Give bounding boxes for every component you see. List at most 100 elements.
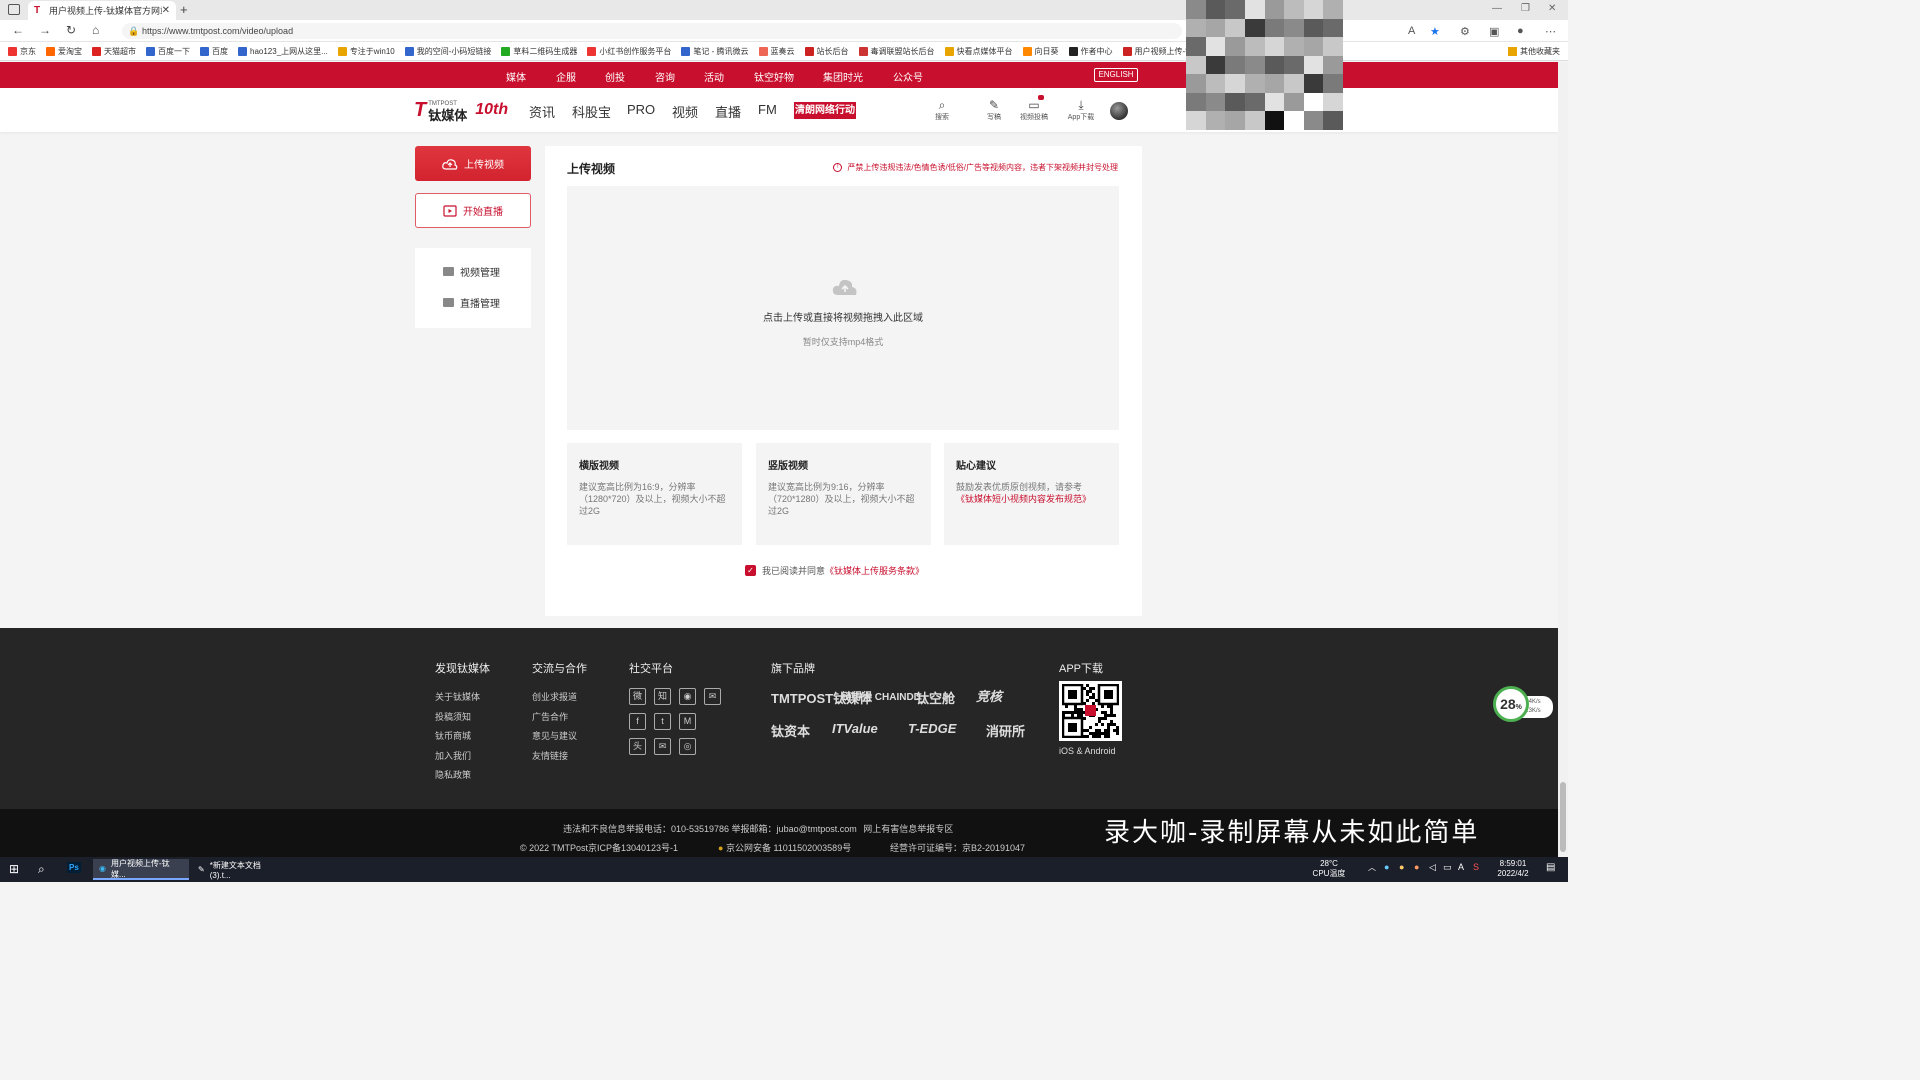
promo-banner[interactable]: 清朗网络行动 xyxy=(794,102,856,119)
brand-logo[interactable]: 消研所 xyxy=(986,721,1025,740)
bookmark-item[interactable]: 草料二维码生成器 xyxy=(501,46,577,57)
notifications-icon[interactable]: ▤ xyxy=(1546,862,1555,873)
photoshop-icon[interactable]: Ps xyxy=(67,862,81,873)
scrollbar-thumb[interactable] xyxy=(1560,782,1566,852)
footer-link[interactable]: 钛币商城 xyxy=(435,729,471,742)
taskbar-search-icon[interactable]: ⌕ xyxy=(38,862,45,877)
main-nav-item[interactable]: PRO xyxy=(627,102,655,117)
rss-icon[interactable]: ◉ xyxy=(679,688,696,705)
taskbar-notepad-app[interactable]: ✎ *新建文本文档 (3).t... xyxy=(192,859,288,880)
tray-chevron-icon[interactable]: ︿ xyxy=(1368,862,1376,873)
bookmark-item[interactable]: 百度一下 xyxy=(146,46,190,57)
browser-tab[interactable]: T 用户视频上传-钛媒体官方网站 ✕ xyxy=(28,1,176,20)
footer-link[interactable]: 关于钛媒体 xyxy=(435,690,480,703)
top-nav-item[interactable]: 集团时光 xyxy=(823,69,863,84)
bookmark-item[interactable]: 向日葵 xyxy=(1022,46,1059,57)
write-tool[interactable]: ✎ 写稿 xyxy=(974,98,1014,122)
profile-icon[interactable]: ● xyxy=(1517,25,1524,37)
upload-video-button[interactable]: 上传视频 xyxy=(415,146,531,181)
top-nav-item[interactable]: 创投 xyxy=(605,69,625,84)
top-nav-item[interactable]: 活动 xyxy=(704,69,724,84)
english-button[interactable]: ENGLISH xyxy=(1094,68,1138,82)
wechat-icon[interactable]: ◎ xyxy=(679,738,696,755)
weibo-icon[interactable]: 微 xyxy=(629,688,646,705)
top-nav-item[interactable]: 咨询 xyxy=(655,69,675,84)
page-scrollbar[interactable] xyxy=(1558,62,1568,857)
brand-logo[interactable]: 竞核 xyxy=(976,686,1002,705)
read-aloud-icon[interactable]: A xyxy=(1408,25,1415,37)
clock[interactable]: 8:59:01 2022/4/2 xyxy=(1490,859,1536,879)
sidebar-item-video-manage[interactable]: 视频管理 xyxy=(443,264,500,279)
footer-link[interactable]: 加入我们 xyxy=(435,749,471,762)
extensions-icon[interactable]: ⚙ xyxy=(1460,25,1470,38)
terms-link[interactable]: 《钛媒体上传服务条款》 xyxy=(825,564,924,577)
close-window-icon[interactable]: ✕ xyxy=(1548,3,1556,14)
main-nav-item[interactable]: FM xyxy=(758,102,777,117)
top-nav-item[interactable]: 企服 xyxy=(556,69,576,84)
toutiao-icon[interactable]: 头 xyxy=(629,738,646,755)
refresh-icon[interactable]: ↻ xyxy=(66,23,76,37)
bookmark-item[interactable]: 我的空间-小码短链接 xyxy=(404,46,491,57)
brand-logo[interactable]: 钛资本 xyxy=(771,721,810,740)
top-nav-item[interactable]: 钛空好物 xyxy=(754,69,794,84)
bookmark-item[interactable]: 百度 xyxy=(200,46,228,57)
police-record[interactable]: 京公网安备 11011502003589号 xyxy=(726,843,851,853)
network-icon[interactable]: ▭ xyxy=(1443,862,1452,873)
zhihu-icon[interactable]: 知 xyxy=(654,688,671,705)
maximize-icon[interactable]: ❐ xyxy=(1521,3,1530,14)
main-nav-item[interactable]: 科股宝 xyxy=(572,102,611,121)
start-live-button[interactable]: 开始直播 xyxy=(415,193,531,228)
bookmark-item[interactable]: 小红书创作服务平台 xyxy=(587,46,671,57)
windows-start-icon[interactable]: ⊞ xyxy=(9,862,19,876)
collections-icon[interactable]: ▣ xyxy=(1489,25,1499,38)
sidebar-item-live-manage[interactable]: 直播管理 xyxy=(443,295,500,310)
content-rules-link[interactable]: 《钛媒体短小视频内容发布规范》 xyxy=(956,494,1091,504)
bookmark-item[interactable]: 笔记 - 腾讯微云 xyxy=(681,46,749,57)
bookmark-item[interactable]: hao123_上网从这里... xyxy=(238,46,328,57)
more-menu-icon[interactable]: ⋯ xyxy=(1545,25,1556,38)
main-nav-item[interactable]: 资讯 xyxy=(529,102,555,121)
medium-icon[interactable]: M xyxy=(679,713,696,730)
user-avatar[interactable] xyxy=(1110,102,1128,120)
footer-link[interactable]: 投稿须知 xyxy=(435,710,471,723)
footer-link[interactable]: 意见与建议 xyxy=(532,729,577,742)
tab-actions-icon[interactable] xyxy=(8,4,20,15)
bookmark-item[interactable]: 毒调联盟站长后台 xyxy=(858,46,935,57)
tray-app-icon[interactable]: ● xyxy=(1384,862,1389,872)
bookmark-item[interactable]: 快看点媒体平台 xyxy=(944,46,1013,57)
top-nav-item[interactable]: 公众号 xyxy=(893,69,923,84)
tray-app-icon[interactable]: ● xyxy=(1399,862,1404,872)
footer-link[interactable]: 友情链接 xyxy=(532,749,568,762)
bookmark-item[interactable]: 专注于win10 xyxy=(337,46,395,57)
home-icon[interactable]: ⌂ xyxy=(92,23,99,37)
video-submit-tool[interactable]: ▭ 视频投稿 xyxy=(1014,95,1054,122)
main-nav-item[interactable]: 视频 xyxy=(672,102,698,121)
bookmark-item[interactable]: 天猫超市 xyxy=(92,46,136,57)
other-bookmarks[interactable]: 其他收藏夹 xyxy=(1508,46,1560,57)
forward-icon[interactable]: → xyxy=(39,23,51,37)
search-tool[interactable]: ⌕ 搜索 xyxy=(922,98,962,122)
back-icon[interactable]: ← xyxy=(12,23,24,37)
bookmark-item[interactable]: 站长后台 xyxy=(804,46,849,57)
report-zone-link[interactable]: 网上有害信息举报专区 xyxy=(863,824,953,834)
favorite-star-icon[interactable]: ★ xyxy=(1430,25,1440,38)
url-field[interactable]: 🔒 https://www.tmtpost.com/video/upload xyxy=(122,23,1182,39)
top-nav-item[interactable]: 媒体 xyxy=(506,69,526,84)
sogou-icon[interactable]: S xyxy=(1473,862,1479,872)
brand-logo[interactable]: 钛空舱 xyxy=(916,688,955,707)
footer-link[interactable]: 隐私政策 xyxy=(435,768,471,781)
minimize-icon[interactable]: — xyxy=(1492,3,1502,14)
footer-link[interactable]: 广告合作 xyxy=(532,710,568,723)
footer-link[interactable]: 创业求报道 xyxy=(532,690,577,703)
taskbar-browser-app[interactable]: ◉ 用户视频上传-钛媒... xyxy=(93,859,189,880)
agree-checkbox[interactable]: ✓ xyxy=(745,565,756,576)
new-tab-icon[interactable]: + xyxy=(180,2,188,17)
tmtpost-logo[interactable]: T TMTPOST 钛媒体 10th xyxy=(414,98,508,123)
video-dropzone[interactable]: 点击上传或直接将视频拖拽入此区域 暂时仅支持mp4格式 xyxy=(567,186,1119,430)
brand-logo[interactable]: T-EDGE xyxy=(908,721,956,736)
tray-app-icon[interactable]: ● xyxy=(1414,862,1419,872)
icp-record[interactable]: © 2022 TMTPost京ICP备13040123号-1 xyxy=(520,841,678,854)
bookmark-item[interactable]: 作者中心 xyxy=(1068,46,1113,57)
facebook-icon[interactable]: f xyxy=(629,713,646,730)
input-method-icon[interactable]: A xyxy=(1458,862,1464,872)
